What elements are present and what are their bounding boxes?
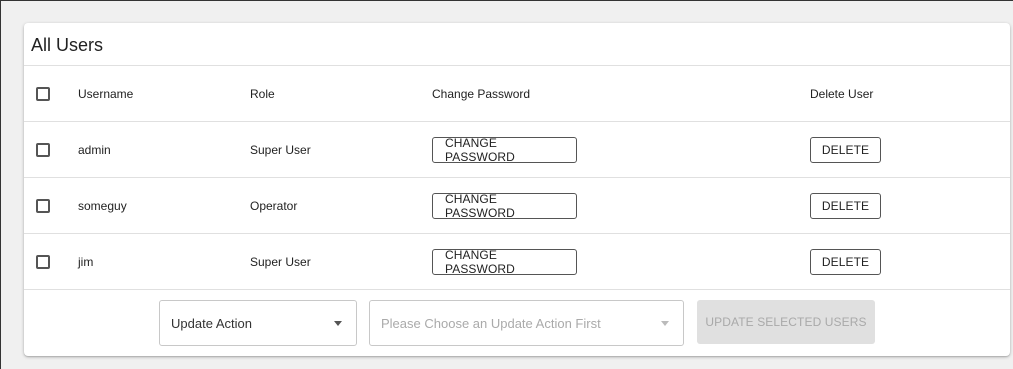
update-action-select-value: Update Action <box>171 315 252 331</box>
username-cell: jim <box>78 254 94 269</box>
row-checkbox[interactable] <box>36 142 50 157</box>
change-password-button[interactable]: CHANGE PASSWORD <box>432 136 577 164</box>
header-delete-user: Delete User <box>810 86 874 101</box>
card-title: All Users <box>31 35 104 55</box>
delete-button[interactable]: DELETE <box>810 192 881 219</box>
table-row: jim Super User CHANGE PASSWORD DELETE <box>24 234 1010 290</box>
role-cell: Super User <box>250 142 311 157</box>
bulk-actions-bar: Update Action Please Choose an Update Ac… <box>24 291 1010 356</box>
header-role: Role <box>250 86 275 101</box>
header-username: Username <box>78 86 134 101</box>
username-cell: someguy <box>78 198 127 213</box>
change-password-button[interactable]: CHANGE PASSWORD <box>432 192 577 220</box>
users-card: All Users Username Role Change Password … <box>24 23 1010 356</box>
role-cell: Super User <box>250 254 311 269</box>
row-checkbox[interactable] <box>36 198 50 213</box>
update-value-select-placeholder: Please Choose an Update Action First <box>381 315 601 331</box>
delete-button[interactable]: DELETE <box>810 136 881 163</box>
table-header-row: Username Role Change Password Delete Use… <box>24 66 1010 122</box>
caret-down-icon <box>334 321 342 326</box>
update-selected-users-button: UPDATE SELECTED USERS <box>697 300 875 344</box>
username-cell: admin <box>78 142 111 157</box>
update-action-select[interactable]: Update Action <box>159 300 357 346</box>
role-cell: Operator <box>250 198 298 213</box>
header-change-password: Change Password <box>432 86 531 101</box>
select-all-checkbox[interactable] <box>36 86 50 101</box>
table-row: someguy Operator CHANGE PASSWORD DELETE <box>24 178 1010 234</box>
table-row: admin Super User CHANGE PASSWORD DELETE <box>24 122 1010 178</box>
page-frame: All Users Username Role Change Password … <box>0 0 1013 369</box>
caret-down-icon <box>661 321 669 326</box>
change-password-button[interactable]: CHANGE PASSWORD <box>432 248 577 276</box>
update-value-select[interactable]: Please Choose an Update Action First <box>369 300 684 346</box>
row-checkbox[interactable] <box>36 254 50 269</box>
delete-button[interactable]: DELETE <box>810 248 881 275</box>
